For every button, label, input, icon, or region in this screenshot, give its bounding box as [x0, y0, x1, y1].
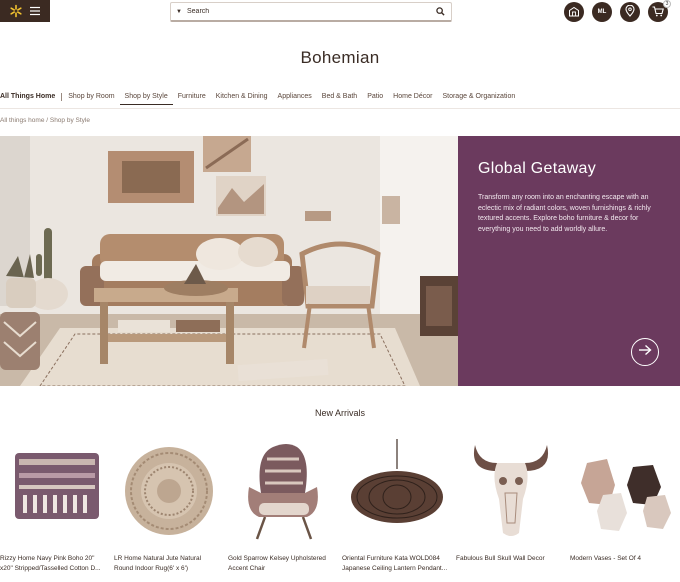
- spark-logo-icon[interactable]: [9, 4, 23, 18]
- product-card[interactable]: Oriental Furniture Kata WOLD084 Japanese…: [342, 430, 452, 573]
- product-name[interactable]: Fabulous Bull Skull Wall Decor: [456, 554, 568, 564]
- hero-image[interactable]: [0, 136, 458, 386]
- cart-count-badge: 3: [663, 0, 671, 8]
- location-icon: [625, 4, 635, 19]
- page-title: Bohemian: [300, 48, 380, 67]
- category-nav: All Things Home Shop by Room Shop by Sty…: [0, 89, 520, 105]
- nav-divider-line: [0, 108, 680, 109]
- location-button[interactable]: [620, 2, 640, 22]
- account-button[interactable]: ML: [592, 2, 612, 22]
- account-initials: ML: [597, 9, 607, 15]
- product-image[interactable]: [228, 430, 338, 548]
- product-image[interactable]: [456, 430, 566, 548]
- nav-item-all-things-home[interactable]: All Things Home: [0, 90, 60, 104]
- product-image[interactable]: [114, 430, 224, 548]
- hero-description: Transform any room into an enchanting es…: [478, 194, 651, 233]
- arrow-right-icon: [638, 343, 652, 361]
- nav-item-furniture[interactable]: Furniture: [173, 90, 211, 104]
- menu-icon[interactable]: [29, 6, 41, 16]
- nav-item-appliances[interactable]: Appliances: [273, 90, 317, 104]
- brand-bar: [0, 0, 50, 22]
- search-department-dropdown[interactable]: ▼: [171, 9, 187, 15]
- product-card[interactable]: LR Home Natural Jute Natural Round Indoo…: [114, 430, 224, 573]
- search-icon: [435, 3, 445, 21]
- cart-button[interactable]: 3: [648, 0, 671, 22]
- hero-panel: Global Getaway Transform any room into a…: [458, 136, 680, 386]
- product-name[interactable]: Modern Vases - Set Of 4: [570, 554, 680, 564]
- hero-next-button[interactable]: [631, 338, 659, 366]
- search-button[interactable]: [429, 3, 451, 20]
- nav-item-storage-organization[interactable]: Storage & Organization: [437, 90, 520, 104]
- product-card[interactable]: Fabulous Bull Skull Wall Decor: [456, 430, 566, 564]
- product-image[interactable]: [342, 430, 452, 548]
- store-button[interactable]: [564, 2, 584, 22]
- nav-item-patio[interactable]: Patio: [362, 90, 388, 104]
- product-card[interactable]: Rizzy Home Navy Pink Boho 20" x20" Strip…: [0, 430, 110, 573]
- product-card[interactable]: Modern Vases - Set Of 4: [570, 430, 680, 564]
- nav-item-shop-by-style[interactable]: Shop by Style: [119, 90, 173, 105]
- product-name[interactable]: Gold Sparrow Kelsey Upholstered Accent C…: [228, 554, 340, 573]
- product-carousel: Rizzy Home Navy Pink Boho 20" x20" Strip…: [0, 430, 680, 580]
- product-name[interactable]: LR Home Natural Jute Natural Round Indoo…: [114, 554, 226, 573]
- hero-heading: Global Getaway: [478, 160, 597, 177]
- product-image[interactable]: [0, 430, 110, 548]
- product-name[interactable]: Rizzy Home Navy Pink Boho 20" x20" Strip…: [0, 554, 112, 573]
- nav-item-kitchen-dining[interactable]: Kitchen & Dining: [211, 90, 273, 104]
- product-name[interactable]: Oriental Furniture Kata WOLD084 Japanese…: [342, 554, 454, 573]
- nav-item-shop-by-room[interactable]: Shop by Room: [63, 90, 119, 104]
- breadcrumb[interactable]: All things home / Shop by Style: [0, 117, 90, 124]
- store-icon: [568, 6, 580, 19]
- search-bar: ▼: [170, 2, 452, 22]
- nav-divider: [61, 93, 63, 101]
- product-image[interactable]: [570, 430, 680, 548]
- search-input[interactable]: [187, 8, 429, 15]
- cart-icon: [652, 5, 664, 19]
- top-bar: ▼ ML 3: [0, 0, 680, 28]
- new-arrivals-title: New Arrivals: [314, 408, 365, 418]
- nav-item-bed-bath[interactable]: Bed & Bath: [317, 90, 362, 104]
- hero-banner: Global Getaway Transform any room into a…: [0, 136, 680, 386]
- product-card[interactable]: Gold Sparrow Kelsey Upholstered Accent C…: [228, 430, 338, 573]
- nav-item-home-decor[interactable]: Home Décor: [388, 90, 437, 104]
